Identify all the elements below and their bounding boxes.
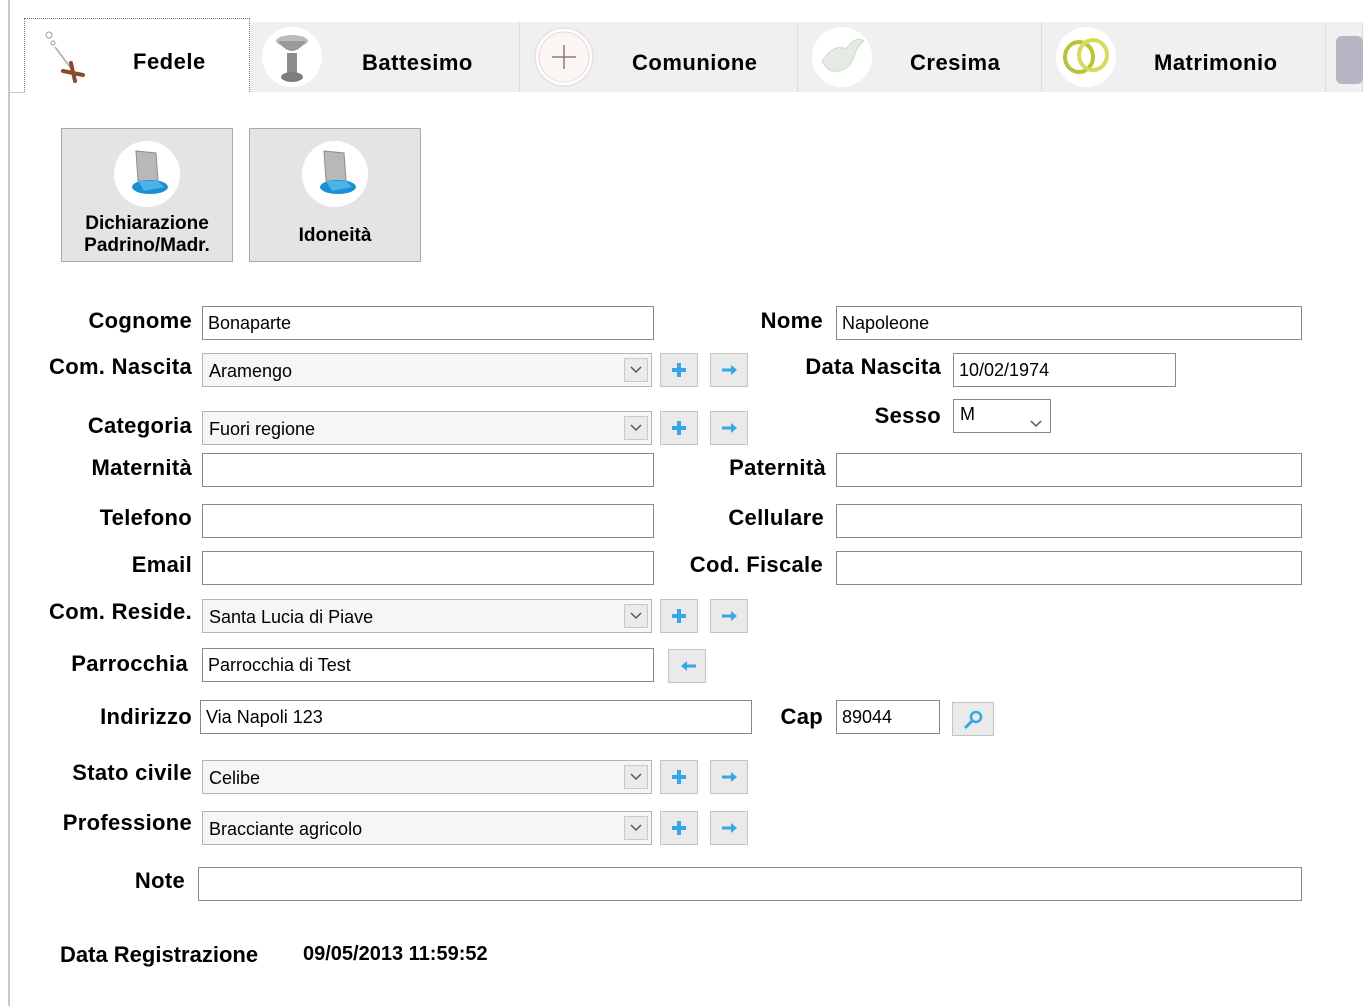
tab-cresima[interactable]: Cresima	[798, 22, 1042, 92]
parrocchia-label: Parrocchia	[71, 651, 188, 676]
rosary-icon	[39, 27, 89, 83]
tab-label: Comunione	[632, 50, 758, 75]
fedele-panel: Dichiarazione Padrino/Madr. Idoneità Cog…	[24, 92, 1363, 1006]
email-label: Email	[131, 552, 192, 577]
categoria-select[interactable]: Fuori regione	[202, 411, 652, 445]
dichiarazione-padrino-button[interactable]: Dichiarazione Padrino/Madr.	[61, 128, 233, 262]
cellulare-field[interactable]	[836, 504, 1302, 538]
data-nascita-label: Data Nascita	[805, 354, 941, 379]
document-print-icon	[302, 141, 368, 207]
tab-label: Battesimo	[362, 50, 473, 75]
idoneita-button[interactable]: Idoneità	[249, 128, 421, 262]
professione-add-button[interactable]	[660, 811, 698, 845]
baptismal-font-icon	[262, 27, 322, 87]
chevron-down-icon[interactable]	[1030, 412, 1042, 433]
tab-overflow[interactable]	[1326, 22, 1363, 92]
tab-battesimo[interactable]: Battesimo	[250, 22, 520, 92]
cognome-label: Cognome	[88, 308, 192, 333]
stato-civile-add-button[interactable]	[660, 760, 698, 794]
document-print-icon	[114, 141, 180, 207]
chevron-down-icon[interactable]	[624, 416, 648, 440]
com-nascita-label: Com. Nascita	[49, 354, 192, 379]
telefono-field[interactable]	[202, 504, 654, 538]
tab-label: Matrimonio	[1154, 50, 1278, 75]
chevron-down-icon[interactable]	[624, 816, 648, 840]
note-field[interactable]	[198, 867, 1302, 901]
tab-fedele[interactable]: Fedele	[24, 18, 250, 102]
data-registrazione-value: 09/05/2013 11:59:52	[303, 943, 488, 965]
categoria-label: Categoria	[87, 413, 192, 438]
data-registrazione-label: Data Registrazione	[60, 942, 259, 967]
paternita-label: Paternità	[729, 455, 826, 480]
cognome-field[interactable]: Bonaparte	[202, 306, 654, 340]
button-label-line2: Padrino/Madr.	[84, 235, 210, 256]
parrocchia-field[interactable]: Parrocchia di Test	[202, 648, 654, 682]
stato-civile-select[interactable]: Celibe	[202, 760, 652, 794]
maternita-label: Maternità	[91, 455, 192, 480]
email-field[interactable]	[202, 551, 654, 585]
wedding-rings-icon	[1056, 27, 1116, 87]
cod-fiscale-field[interactable]	[836, 551, 1302, 585]
data-nascita-field[interactable]: 10/02/1974	[953, 353, 1176, 387]
stato-civile-label: Stato civile	[72, 760, 192, 785]
maternita-field[interactable]	[202, 453, 654, 487]
select-value: Santa Lucia di Piave	[209, 607, 374, 627]
com-nascita-go-button[interactable]	[710, 353, 748, 387]
paternita-field[interactable]	[836, 453, 1302, 487]
cap-field[interactable]: 89044	[836, 700, 940, 734]
chevron-down-icon[interactable]	[624, 358, 648, 382]
com-reside-select[interactable]: Santa Lucia di Piave	[202, 599, 652, 633]
select-value: Bracciante agricolo	[209, 819, 363, 839]
dove-icon	[812, 27, 872, 87]
indirizzo-field[interactable]: Via Napoli 123	[200, 700, 752, 734]
telefono-label: Telefono	[99, 505, 192, 530]
nome-label: Nome	[760, 308, 823, 333]
tab-label: Fedele	[133, 49, 206, 74]
stato-civile-go-button[interactable]	[710, 760, 748, 794]
cellulare-label: Cellulare	[728, 505, 824, 530]
tab-bar: Fedele Battesimo Comunione Cresima Matri…	[10, 10, 1363, 102]
indirizzo-label: Indirizzo	[100, 704, 192, 729]
cod-fiscale-label: Cod. Fiscale	[689, 552, 823, 577]
com-nascita-select[interactable]: Aramengo	[202, 353, 652, 387]
tombstone-icon	[1332, 30, 1363, 86]
button-label: Idoneità	[298, 225, 372, 246]
professione-label: Professione	[62, 810, 192, 835]
categoria-go-button[interactable]	[710, 411, 748, 445]
select-value: Aramengo	[209, 361, 293, 381]
tab-matrimonio[interactable]: Matrimonio	[1042, 22, 1326, 92]
button-label-line1: Dichiarazione	[85, 213, 209, 234]
categoria-add-button[interactable]	[660, 411, 698, 445]
cap-label: Cap	[780, 704, 823, 729]
tab-label: Cresima	[910, 50, 1001, 75]
cap-search-button[interactable]	[952, 702, 994, 736]
select-value: Celibe	[209, 768, 261, 788]
nome-field[interactable]: Napoleone	[836, 306, 1302, 340]
professione-select[interactable]: Bracciante agricolo	[202, 811, 652, 845]
com-reside-go-button[interactable]	[710, 599, 748, 633]
tab-comunione[interactable]: Comunione	[520, 22, 798, 92]
professione-go-button[interactable]	[710, 811, 748, 845]
host-cross-icon	[534, 27, 594, 87]
com-nascita-add-button[interactable]	[660, 353, 698, 387]
parrocchia-back-button[interactable]	[668, 649, 706, 683]
com-reside-label: Com. Reside.	[49, 599, 192, 624]
sesso-select[interactable]: M	[953, 399, 1051, 433]
note-label: Note	[134, 868, 185, 893]
chevron-down-icon[interactable]	[624, 604, 648, 628]
com-reside-add-button[interactable]	[660, 599, 698, 633]
window-left-border	[8, 0, 10, 1006]
sesso-label: Sesso	[874, 403, 941, 428]
select-value: Fuori regione	[209, 419, 316, 439]
chevron-down-icon[interactable]	[624, 765, 648, 789]
